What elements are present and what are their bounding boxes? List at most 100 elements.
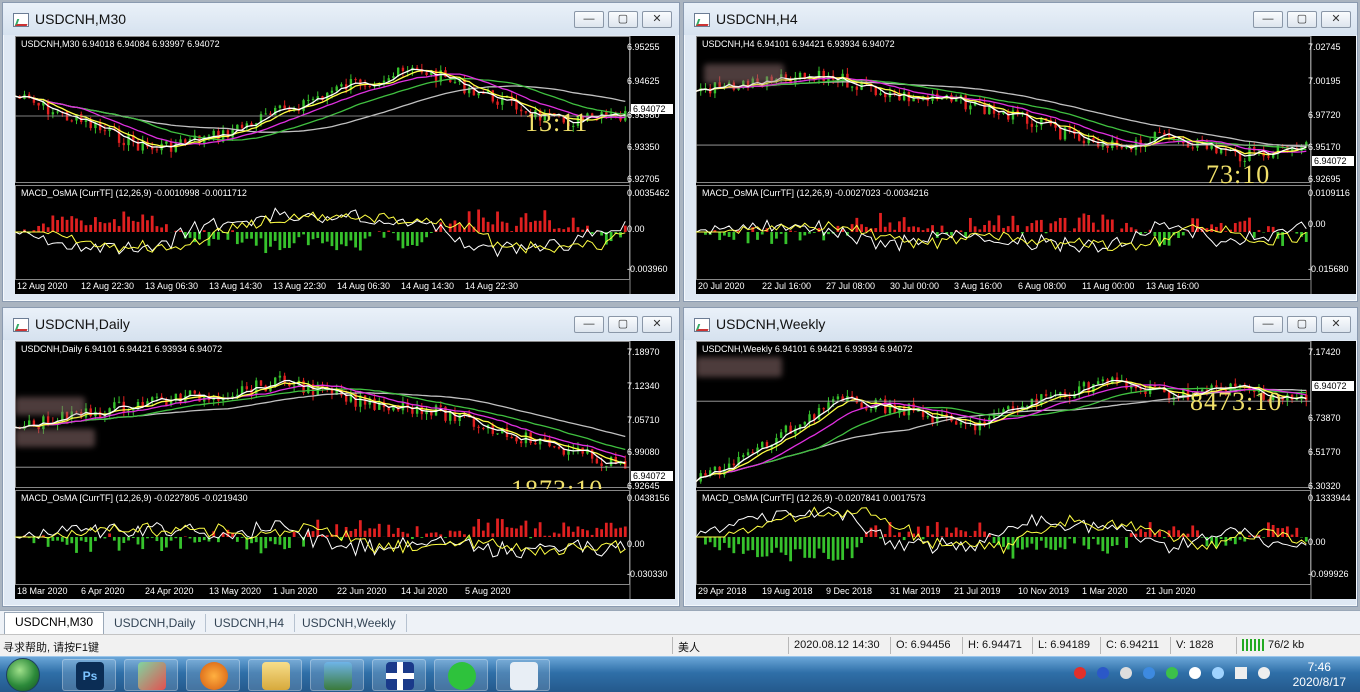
price-tick: 7.17420: [1308, 347, 1341, 357]
usb-icon[interactable]: [1120, 667, 1132, 679]
tab-usdcnh-daily[interactable]: USDCNH,Daily: [104, 614, 207, 632]
window-titlebar[interactable]: USDCNH,H4 — ▢ ✕: [684, 3, 1357, 35]
chart-window-h4[interactable]: USDCNH,H4 — ▢ ✕ USDCNH,H4 6.94101 6.9442…: [683, 2, 1358, 302]
window-titlebar[interactable]: USDCNH,Weekly — ▢ ✕: [684, 308, 1357, 340]
histogram-bar: [510, 231, 514, 232]
histogram-bar: [1021, 537, 1024, 550]
sogou-icon[interactable]: [1074, 667, 1086, 679]
chart-window-weekly[interactable]: USDCNH,Weekly — ▢ ✕ USDCNH,Weekly 6.9410…: [683, 307, 1358, 607]
minimize-button[interactable]: —: [1253, 11, 1283, 28]
candle: [912, 98, 915, 102]
network-app-icon[interactable]: [1143, 667, 1155, 679]
chart-canvas[interactable]: USDCNH,Weekly 6.94101 6.94421 6.93934 6.…: [696, 341, 1356, 599]
time-tick: 6 Aug 08:00: [1018, 281, 1067, 291]
taskbar-photoshop[interactable]: Ps: [62, 659, 116, 691]
signal-line: [696, 221, 1307, 252]
histogram-bar: [477, 209, 481, 232]
system-clock[interactable]: 7:46 2020/8/17: [1293, 660, 1346, 690]
help-icon[interactable]: [1097, 667, 1109, 679]
signal-line: [15, 522, 626, 556]
candle: [751, 452, 754, 454]
minimize-button[interactable]: —: [574, 11, 604, 28]
histogram-bar: [609, 522, 613, 537]
histogram-bar: [1082, 213, 1086, 232]
chart-legend: USDCNH,H4 6.94101 6.94421 6.93934 6.9407…: [702, 39, 895, 49]
chart-window-m30[interactable]: USDCNH,M30 — ▢ ✕ USDCNH,M30 6.94018 6.94…: [2, 2, 680, 302]
candle: [1267, 156, 1270, 158]
histogram-bar: [500, 221, 504, 232]
histogram-bar: [1238, 221, 1242, 232]
histogram-bar: [1181, 232, 1185, 236]
taskbar-explorer[interactable]: [248, 659, 302, 691]
candle: [879, 93, 882, 95]
taskbar-uk-flag-app[interactable]: [372, 659, 426, 691]
tab-usdcnh-weekly[interactable]: USDCNH,Weekly: [292, 614, 407, 632]
histogram-bar: [912, 226, 916, 232]
histogram-bar: [425, 232, 428, 238]
taskbar-image-viewer[interactable]: [310, 659, 364, 691]
histogram-bar: [978, 229, 982, 232]
taskbar-fox-app[interactable]: [186, 659, 240, 691]
indicator-tick: 0.0035462: [627, 188, 670, 198]
candle: [108, 408, 111, 416]
candle: [311, 98, 315, 100]
shield-icon[interactable]: [1189, 667, 1201, 679]
status-bar: 寻求帮助, 请按F1键 美人 2020.08.12 14:30 O: 6.944…: [0, 634, 1360, 656]
histogram-bar: [1096, 537, 1100, 545]
histogram-bar: [817, 537, 821, 549]
start-orb-icon[interactable]: [6, 658, 40, 692]
chart-canvas[interactable]: USDCNH,M30 6.94018 6.94084 6.93997 6.940…: [15, 36, 675, 294]
close-button[interactable]: ✕: [1321, 11, 1351, 28]
histogram-bar: [562, 522, 566, 537]
histogram-bar: [491, 533, 495, 537]
window-titlebar[interactable]: USDCNH,Daily — ▢ ✕: [3, 308, 679, 340]
histogram-bar: [557, 228, 561, 232]
histogram-bar: [75, 537, 78, 553]
window-titlebar[interactable]: USDCNH,M30 — ▢ ✕: [3, 3, 679, 35]
chart-window-daily[interactable]: USDCNH,Daily — ▢ ✕ USDCNH,Daily 6.94101 …: [2, 307, 680, 607]
minimize-button[interactable]: —: [1253, 316, 1283, 333]
histogram-bar: [410, 232, 414, 245]
histogram-bar: [202, 537, 206, 541]
price-tick: 6.92705: [627, 174, 660, 184]
histogram-bar: [1025, 226, 1029, 232]
histogram-bar: [959, 530, 963, 537]
candle: [1077, 134, 1081, 141]
taskbar-tool[interactable]: [124, 659, 178, 691]
wechat-tray-icon[interactable]: [1166, 667, 1178, 679]
chart-canvas[interactable]: USDCNH,Daily 6.94101 6.94421 6.93934 6.9…: [15, 341, 675, 599]
minimize-button[interactable]: —: [574, 316, 604, 333]
maximize-button[interactable]: ▢: [608, 316, 638, 333]
tab-usdcnh-h4[interactable]: USDCNH,H4: [204, 614, 296, 632]
taskbar-wechat[interactable]: [434, 659, 488, 691]
volume-icon[interactable]: [1258, 667, 1270, 679]
histogram-bar: [775, 232, 778, 239]
histogram-bar: [1110, 537, 1114, 547]
close-button[interactable]: ✕: [1321, 316, 1351, 333]
histogram-bar: [496, 211, 499, 232]
histogram-bar: [363, 232, 367, 239]
histogram-bar: [1238, 537, 1242, 540]
tab-usdcnh-m30[interactable]: USDCNH,M30: [4, 612, 105, 634]
signal-icon[interactable]: [1235, 667, 1247, 679]
chart-legend: USDCNH,Weekly 6.94101 6.94421 6.93934 6.…: [702, 344, 913, 354]
histogram-bar: [94, 537, 97, 542]
flag-icon[interactable]: [1212, 667, 1224, 679]
candle: [1035, 125, 1038, 127]
maximize-button[interactable]: ▢: [1287, 11, 1317, 28]
chart-canvas[interactable]: USDCNH,H4 6.94101 6.94421 6.93934 6.9407…: [696, 36, 1356, 294]
close-button[interactable]: ✕: [642, 316, 672, 333]
maximize-button[interactable]: ▢: [608, 11, 638, 28]
histogram-bar: [954, 527, 958, 537]
close-button[interactable]: ✕: [642, 11, 672, 28]
histogram-bar: [987, 220, 991, 232]
histogram-bar: [127, 537, 130, 541]
histogram-bar: [902, 537, 906, 541]
histogram-bar: [1191, 525, 1195, 537]
maximize-button[interactable]: ▢: [1287, 316, 1317, 333]
candle: [742, 455, 745, 457]
histogram-bar: [60, 216, 64, 232]
taskbar-metatrader[interactable]: [496, 659, 550, 691]
histogram-bar: [581, 529, 585, 537]
indicator-tick: 0.00: [627, 539, 645, 549]
